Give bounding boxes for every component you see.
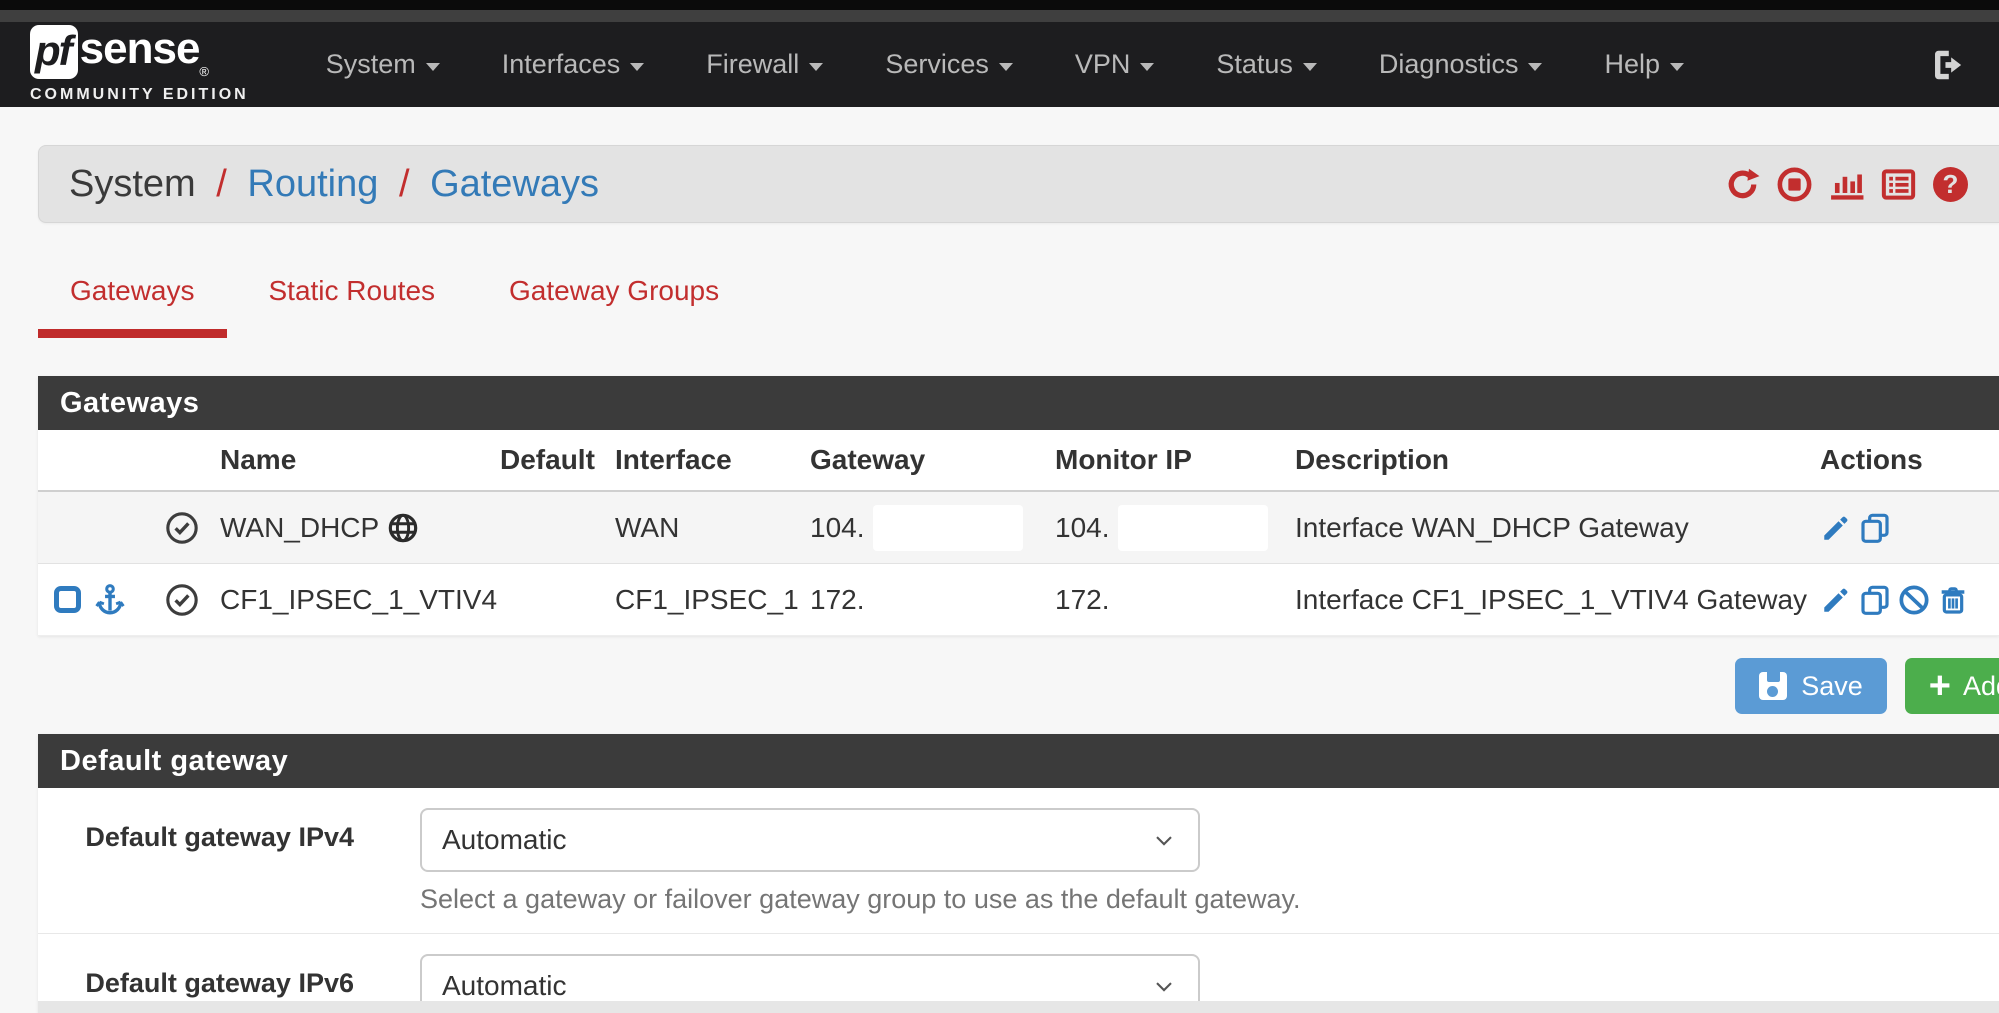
checkbox-icon[interactable] <box>54 586 81 613</box>
col-interface: Interface <box>613 444 808 476</box>
default-gateway-ipv4-label: Default gateway IPv4 <box>38 808 368 915</box>
gateway-address: 104. <box>810 512 865 544</box>
page-content: System / Routing / Gateways <box>0 107 1999 1013</box>
col-name: Name <box>218 444 498 476</box>
gateways-panel-title: Gateways <box>38 376 1999 430</box>
breadcrumb-bar: System / Routing / Gateways <box>38 145 1999 223</box>
col-actions: Actions <box>1818 444 1999 476</box>
redaction-box <box>1118 505 1268 551</box>
table-header-row: Name Default Interface Gateway Monitor I… <box>38 430 1999 492</box>
table-row: WAN_DHCP WAN 104. 104. <box>38 492 1999 564</box>
chevron-down-icon <box>809 63 823 71</box>
breadcrumb-system: System <box>69 163 196 205</box>
gateways-panel: Gateways Name Default Interface Gateway … <box>38 376 1999 636</box>
gateway-status <box>153 511 218 545</box>
disable-icon[interactable] <box>1898 584 1930 616</box>
refresh-icon[interactable] <box>1724 166 1761 203</box>
default-gateway-panel: Default gateway Default gateway IPv4 Aut… <box>38 734 1999 1013</box>
chevron-down-icon <box>1150 826 1178 854</box>
chevron-down-icon <box>1670 63 1684 71</box>
log-icon[interactable] <box>1880 166 1917 203</box>
menu-diagnostics[interactable]: Diagnostics <box>1348 49 1574 80</box>
chevron-down-icon <box>630 63 644 71</box>
next-section-edge <box>38 1001 1999 1013</box>
redaction-box <box>873 505 1023 551</box>
gateway-name: CF1_IPSEC_1_VTIV4 <box>218 584 498 616</box>
form-row-ipv4: Default gateway IPv4 Automatic Select a … <box>38 788 1999 933</box>
menu-vpn[interactable]: VPN <box>1044 49 1186 80</box>
table-row: CF1_IPSEC_1_VTIV4 CF1_IPSEC_1 172. 172. … <box>38 564 1999 636</box>
menu-help[interactable]: Help <box>1573 49 1715 80</box>
gateway-status <box>153 583 218 617</box>
menu-firewall[interactable]: Firewall <box>675 49 854 80</box>
tab-gateway-groups[interactable]: Gateway Groups <box>477 269 751 338</box>
table-buttons: Save + Add <box>0 658 1999 714</box>
logo-sense: sense <box>80 27 200 71</box>
chevron-down-icon <box>999 63 1013 71</box>
chart-bar-icon[interactable] <box>1828 166 1865 203</box>
logo-registered-mark: ® <box>199 64 209 79</box>
col-gateway: Gateway <box>808 444 1053 476</box>
col-description: Description <box>1293 444 1818 476</box>
plus-icon: + <box>1929 671 1951 701</box>
breadcrumb: System / Routing / Gateways <box>69 163 599 206</box>
edit-icon[interactable] <box>1820 584 1852 616</box>
globe-icon <box>387 512 419 544</box>
menu-system[interactable]: System <box>295 49 471 80</box>
pfsense-logo[interactable]: pf sense ® COMMUNITY EDITION <box>30 25 249 104</box>
logo-pf: pf <box>30 25 78 79</box>
chevron-down-icon <box>1303 63 1317 71</box>
tab-static-routes[interactable]: Static Routes <box>237 269 468 338</box>
delete-icon[interactable] <box>1937 584 1969 616</box>
chevron-down-icon <box>1528 63 1542 71</box>
check-circle-icon <box>165 583 199 617</box>
gateway-interface: CF1_IPSEC_1 <box>613 584 808 616</box>
breadcrumb-gateways-link[interactable]: Gateways <box>430 163 599 205</box>
gateway-name: WAN_DHCP <box>220 512 379 544</box>
breadcrumb-separator: / <box>206 163 237 205</box>
copy-icon[interactable] <box>1859 584 1891 616</box>
menu-status[interactable]: Status <box>1185 49 1348 80</box>
window-top-strip <box>0 0 1999 10</box>
main-menu: System Interfaces Firewall Services VPN … <box>295 49 1715 80</box>
sign-out-icon[interactable] <box>1929 46 1967 84</box>
copy-icon[interactable] <box>1859 512 1891 544</box>
monitor-ip: 172. <box>1053 584 1293 616</box>
default-gateway-ipv4-select[interactable]: Automatic <box>420 808 1200 872</box>
add-button[interactable]: + Add <box>1905 658 1999 714</box>
default-gateway-ipv4-help: Select a gateway or failover gateway gro… <box>420 884 1999 915</box>
gateway-description: Interface WAN_DHCP Gateway <box>1293 512 1818 544</box>
chevron-down-icon <box>426 63 440 71</box>
default-gateway-panel-title: Default gateway <box>38 734 1999 788</box>
chevron-down-icon <box>1140 63 1154 71</box>
col-default: Default <box>498 444 613 476</box>
save-icon <box>1759 672 1787 700</box>
navbar: pf sense ® COMMUNITY EDITION System Inte… <box>0 22 1999 107</box>
menu-interfaces[interactable]: Interfaces <box>471 49 676 80</box>
help-icon[interactable]: ? <box>1932 166 1969 203</box>
window-title-strip <box>0 10 1999 22</box>
gateway-address: 172. <box>808 584 1053 616</box>
tab-gateways[interactable]: Gateways <box>38 269 227 338</box>
stop-icon[interactable] <box>1776 166 1813 203</box>
routing-tabs: Gateways Static Routes Gateway Groups <box>38 269 1999 338</box>
logo-subtitle: COMMUNITY EDITION <box>30 86 249 104</box>
breadcrumb-actions: ? <box>1724 166 1969 203</box>
anchor-icon <box>93 583 127 617</box>
gateway-description: Interface CF1_IPSEC_1_VTIV4 Gateway <box>1293 584 1818 616</box>
gateway-interface: WAN <box>613 512 808 544</box>
monitor-ip: 104. <box>1055 512 1110 544</box>
col-monitor-ip: Monitor IP <box>1053 444 1293 476</box>
breadcrumb-routing-link[interactable]: Routing <box>247 163 378 205</box>
save-button[interactable]: Save <box>1735 658 1887 714</box>
chevron-down-icon <box>1150 972 1178 1000</box>
breadcrumb-separator: / <box>389 163 420 205</box>
edit-icon[interactable] <box>1820 512 1852 544</box>
check-circle-icon <box>165 511 199 545</box>
menu-services[interactable]: Services <box>854 49 1044 80</box>
